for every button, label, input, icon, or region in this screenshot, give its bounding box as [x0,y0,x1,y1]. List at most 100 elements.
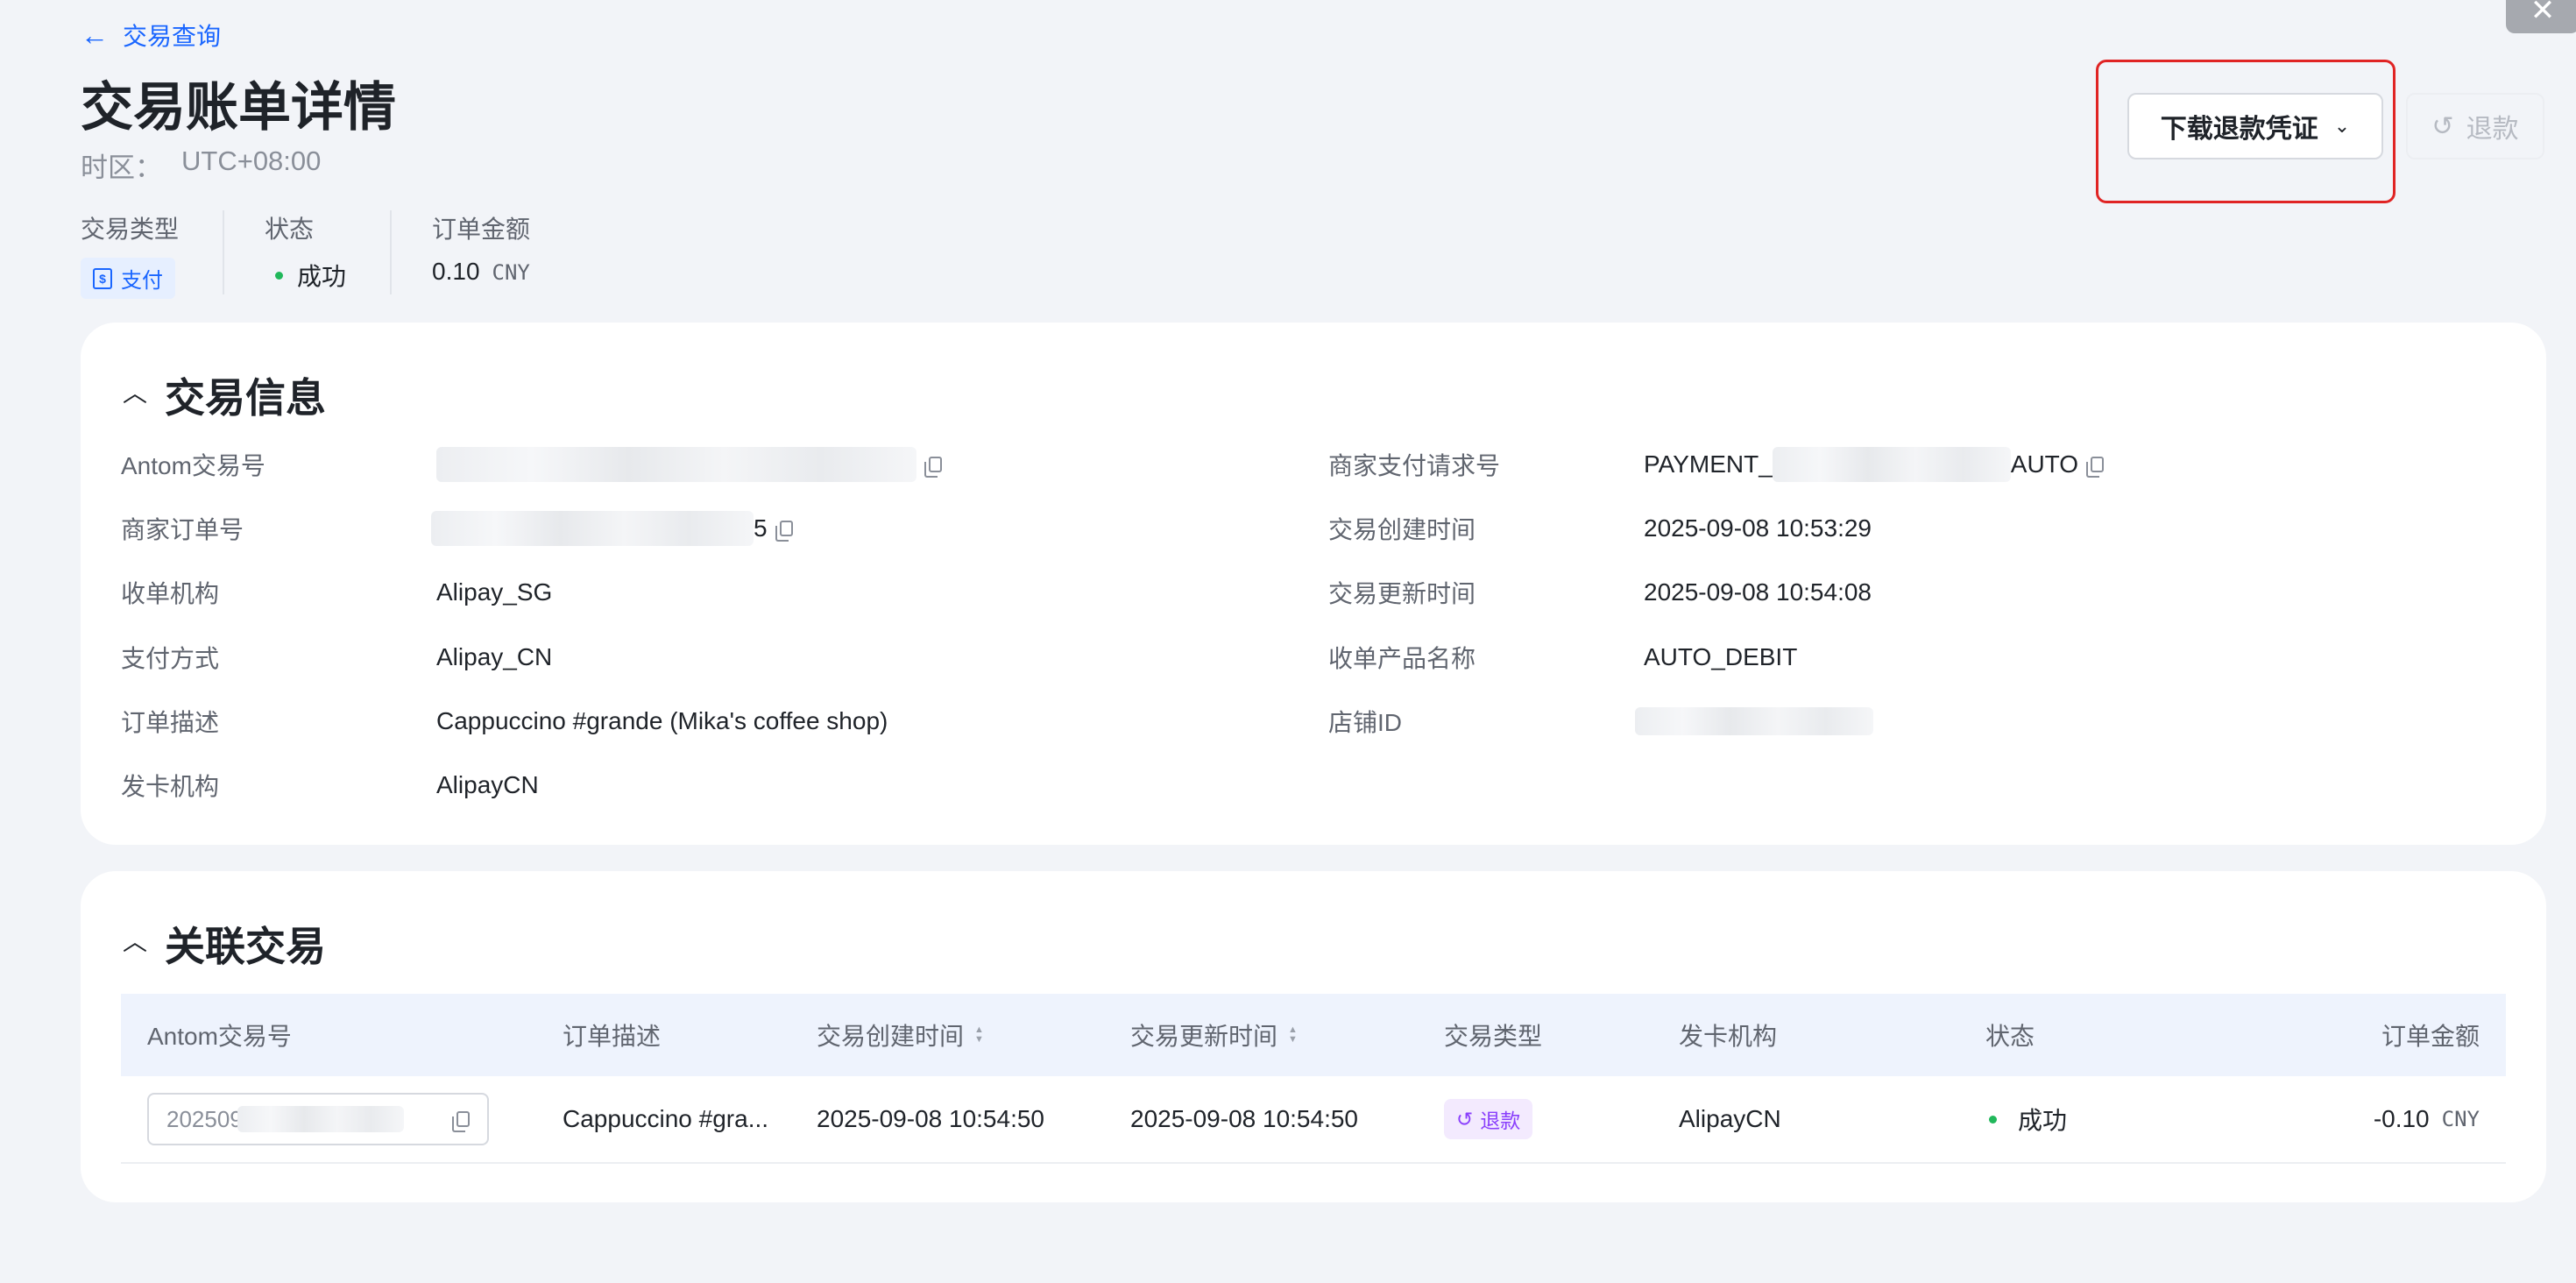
related-transactions-title: 关联交易 [165,924,327,969]
table-row[interactable]: 202509 Cappuccino #gra... 2025-09-08 10:… [121,1076,2506,1164]
field-issuer: 发卡机构 AlipayCN [121,768,539,803]
close-icon: ✕ [2530,0,2556,27]
field-payment-method: 支付方式 Alipay_CN [121,640,552,675]
field-antom-id: Antom交易号 [121,447,942,482]
field-label: 交易更新时间 [1328,580,1476,607]
field-order-description: 订单描述 Cappuccino #grande (Mika's coffee s… [121,704,888,739]
page-title: 交易账单详情 [81,78,396,137]
back-link[interactable]: ← 交易查询 [81,18,221,53]
cell-type: ↺ 退款 [1444,1099,1533,1139]
field-label: Antom交易号 [121,452,265,479]
sort-icon[interactable]: ▲ ▼ [1288,1025,1298,1045]
field-label: 交易创建时间 [1328,516,1476,543]
field-value: Alipay_CN [436,643,553,670]
summary-type-label: 交易类型 [81,216,180,243]
field-label: 商家订单号 [121,516,244,543]
col-created[interactable]: 交易创建时间 ▲ ▼ [817,1017,984,1053]
field-value: PAYMENT_ AUTO [1644,447,2105,482]
field-value: 2025-09-08 10:53:29 [1644,514,1872,542]
undo-icon: ↺ [2431,111,2454,141]
field-label: 收单产品名称 [1328,645,1476,672]
redacted-value [1772,447,2011,482]
field-label: 收单机构 [121,580,220,607]
order-amount: 0.10 CNY [432,258,530,286]
field-label: 店铺ID [1328,709,1403,736]
transaction-info-card: ︿ 交易信息 Antom交易号 商家订单号 5 收单机构 Alipay_SG 支… [81,323,2546,845]
field-acquirer: 收单机构 Alipay_SG [121,575,552,610]
col-issuer: 发卡机构 [1679,1023,1778,1050]
download-button-label: 下载退款凭证 [2160,115,2318,144]
chevron-up-icon: ︿ [123,379,148,407]
copy-icon[interactable] [2086,457,2105,478]
copy-icon[interactable] [924,457,942,478]
related-transactions-card: ︿ 关联交易 Antom交易号 订单描述 交易创建时间 ▲ ▼ 交易更新时间 ▲ ▼… [81,871,2546,1202]
status-dot-icon [275,271,284,280]
value-suffix: AUTO [2010,450,2079,478]
refund-type-value: 退款 [1480,1109,1521,1132]
amount-value: 0.10 [432,258,480,285]
field-value: AlipayCN [436,771,539,798]
amount-currency: CNY [2441,1107,2480,1131]
summary-amount-label: 订单金额 [432,216,531,243]
col-updated[interactable]: 交易更新时间 ▲ ▼ [1130,1017,1298,1053]
col-created-label: 交易创建时间 [817,1023,965,1050]
sort-icon[interactable]: ▲ ▼ [974,1025,984,1045]
value-tail: 5 [754,514,768,542]
amount-currency: CNY [492,260,530,285]
amount-value: -0.10 [2373,1105,2430,1132]
summary-status-label: 状态 [265,216,315,243]
copy-icon[interactable] [452,1111,470,1132]
field-product-name: 收单产品名称 AUTO_DEBIT [1328,640,1797,675]
cell-updated: 2025-09-08 10:54:50 [1130,1105,1358,1132]
field-value: 5 [431,511,793,546]
status-dot-icon [1989,1115,1997,1124]
redacted-value [436,447,916,482]
redacted-value [431,511,754,546]
redacted-value [237,1106,404,1132]
close-button[interactable]: ✕ [2506,0,2576,33]
field-store-id: 店铺ID [1328,704,1873,739]
status-value: 成功 [2018,1107,2068,1134]
refund-type-tag: ↺ 退款 [1444,1099,1533,1139]
field-value [1635,707,1873,735]
summary-amount: 订单金额 0.10 CNY [432,210,574,294]
field-merchant-payment-request-id: 商家支付请求号 PAYMENT_ AUTO [1328,447,2105,482]
field-label: 订单描述 [121,709,220,736]
field-updated-time: 交易更新时间 2025-09-08 10:54:08 [1328,575,1872,610]
col-description: 订单描述 [563,1023,662,1050]
col-type: 交易类型 [1444,1023,1543,1050]
cell-issuer: AlipayCN [1679,1105,1781,1132]
status-badge: 成功 [265,258,346,293]
col-status: 状态 [1985,1023,2035,1050]
payment-type-value: 支付 [121,269,163,293]
field-value [436,447,942,482]
antom-id-field[interactable]: 202509 [147,1093,489,1145]
cell-antom-id: 202509 [147,1093,489,1145]
related-transactions-header[interactable]: ︿ 关联交易 [123,915,326,973]
col-antom-id: Antom交易号 [147,1023,292,1050]
col-updated-label: 交易更新时间 [1130,1023,1278,1050]
copy-icon[interactable] [775,521,793,542]
timezone-value: UTC+08:00 [181,145,322,176]
antom-id-prefix: 202509 [166,1105,243,1132]
cell-description: Cappuccino #gra... [563,1105,769,1132]
chevron-down-icon: ⌄ [2333,115,2351,137]
status-value: 成功 [297,263,347,290]
col-amount: 订单金额 [2381,1023,2480,1050]
value-prefix: PAYMENT_ [1644,450,1773,478]
timezone: 时区： UTC+08:00 [81,145,321,185]
summary-bar: 交易类型 $ 支付 状态 成功 订单金额 0.10 CNY [81,210,614,299]
field-value: AUTO_DEBIT [1644,643,1798,670]
back-link-label: 交易查询 [123,23,222,50]
download-refund-receipt-button[interactable]: 下载退款凭证 ⌄ [2127,93,2383,159]
payment-type-tag: $ 支付 [81,258,175,299]
transaction-info-title: 交易信息 [165,375,327,421]
field-label: 商家支付请求号 [1328,452,1501,479]
arrow-left-icon: ← [81,19,109,51]
summary-type: 交易类型 $ 支付 [81,210,225,299]
refund-button[interactable]: ↺ 退款 [2406,93,2544,159]
chevron-up-icon: ︿ [123,928,148,955]
transaction-info-header[interactable]: ︿ 交易信息 [123,366,326,424]
timezone-label: 时区： [81,152,162,183]
related-transactions-table: Antom交易号 订单描述 交易创建时间 ▲ ▼ 交易更新时间 ▲ ▼ 交易类型 发… [121,994,2506,1164]
